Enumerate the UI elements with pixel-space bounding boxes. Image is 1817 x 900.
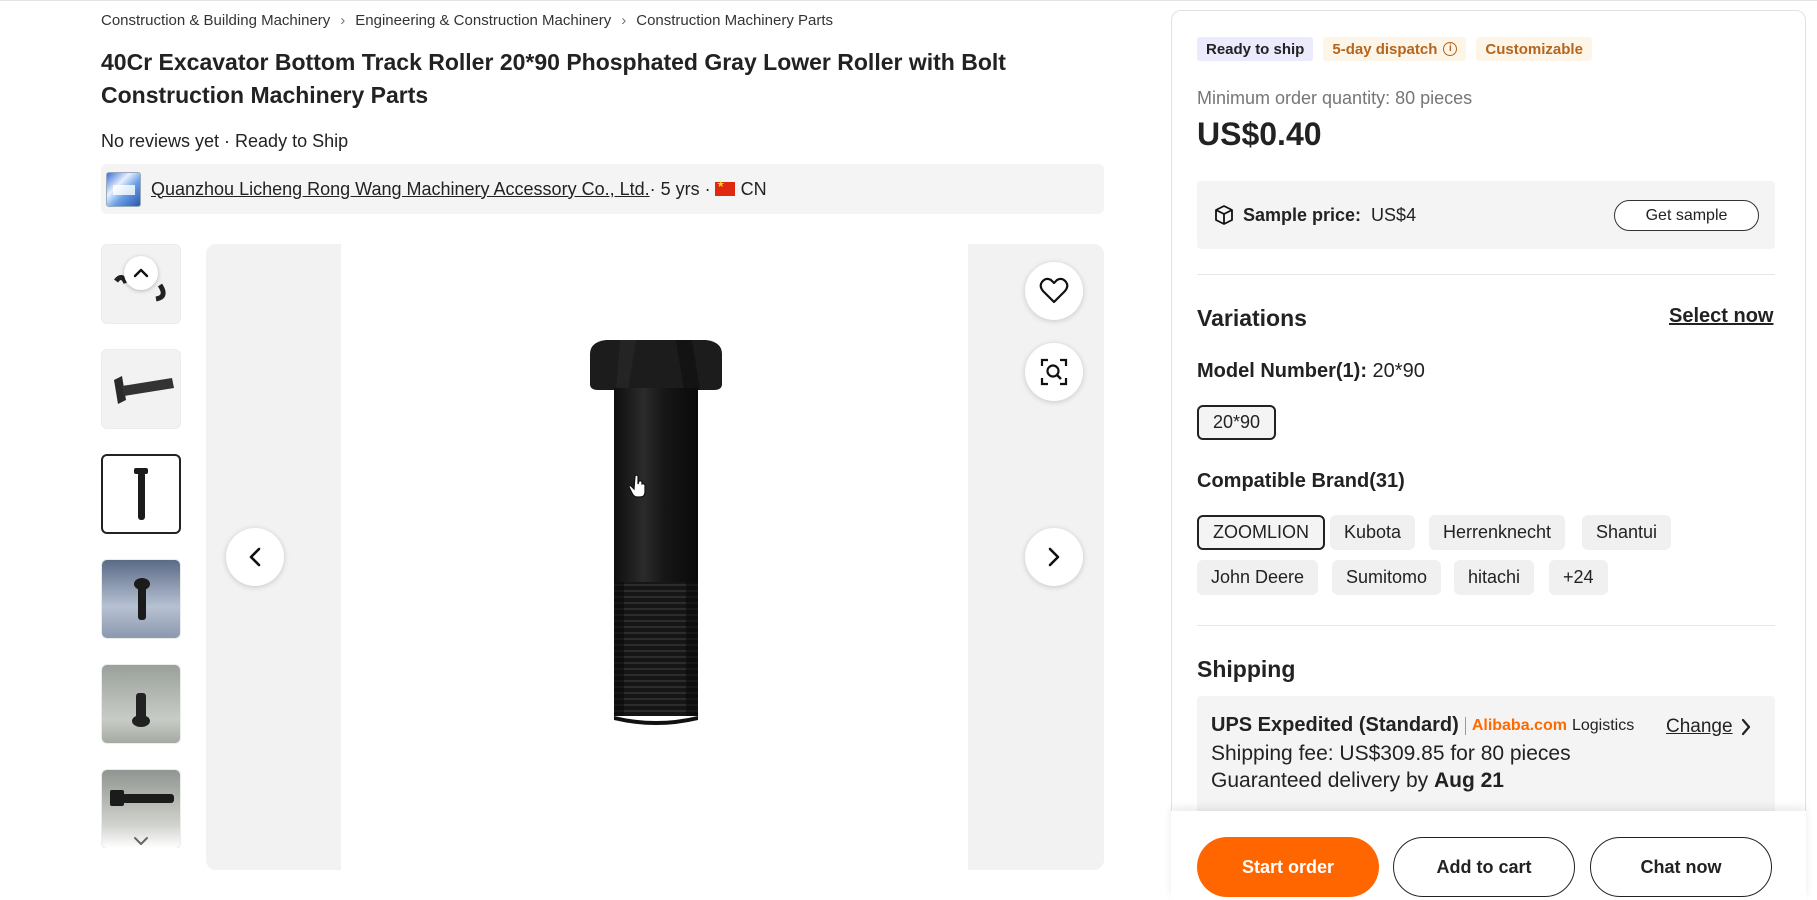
unit-price: US$0.40 — [1197, 116, 1322, 152]
change-label: Change — [1666, 716, 1733, 737]
brand-chip-herrenknecht[interactable]: Herrenknecht — [1429, 515, 1566, 550]
divider — [1197, 274, 1775, 275]
thumbnail-strip — [101, 244, 181, 848]
sample-price-box: Sample price: US$4 Get sample — [1197, 181, 1775, 249]
delivery-prefix: Guaranteed delivery by — [1211, 769, 1434, 792]
thumbnail-4[interactable] — [101, 559, 181, 639]
get-sample-button[interactable]: Get sample — [1614, 200, 1759, 231]
chevron-up-icon — [133, 268, 149, 278]
minimum-order-quantity: Minimum order quantity: 80 pieces — [1197, 88, 1473, 108]
chevron-left-icon — [249, 547, 261, 567]
thumbnails-scroll-up-button[interactable] — [124, 256, 158, 290]
badge-label: Customizable — [1485, 40, 1583, 58]
sample-price-label: Sample price: — [1243, 204, 1362, 225]
brand-chip-john-deere[interactable]: John Deere — [1197, 560, 1319, 595]
sample-price-value: US$4 — [1371, 204, 1417, 225]
model-option-chip[interactable]: 20*90 — [1197, 405, 1277, 440]
shipping-service: UPS Expedited (Standard) — [1211, 714, 1459, 736]
logistics-label: Logistics — [1571, 716, 1635, 734]
bolt-image — [590, 340, 722, 725]
dispatch-badge[interactable]: 5-day dispatch i — [1323, 37, 1467, 61]
ready-to-ship-badge: Ready to ship — [1197, 37, 1314, 61]
info-icon[interactable]: i — [1443, 42, 1458, 56]
divider — [1197, 625, 1775, 626]
model-number-value: 20*90 — [1367, 360, 1425, 382]
reviews-status: No reviews yet · Ready to Ship — [101, 131, 349, 151]
chevron-right-icon — [1048, 547, 1060, 567]
heart-icon — [1039, 277, 1069, 304]
more-brands-chip[interactable]: +24 — [1549, 560, 1608, 595]
product-title: 40Cr Excavator Bottom Track Roller 20*90… — [101, 49, 1006, 108]
customizable-badge: Customizable — [1476, 37, 1592, 61]
shipping-heading: Shipping — [1197, 656, 1296, 682]
badge-label: 5-day dispatch — [1332, 40, 1438, 58]
breadcrumb-item[interactable]: Construction Machinery Parts — [636, 12, 833, 29]
add-to-cart-button[interactable]: Add to cart — [1393, 837, 1575, 897]
separator — [1464, 716, 1466, 735]
alibaba-logo-text: Alibaba.com — [1471, 716, 1567, 734]
package-icon — [1213, 204, 1235, 226]
start-order-button[interactable]: Start order — [1197, 837, 1379, 897]
shipping-service-row: UPS Expedited (Standard) Alibaba.com Log… — [1211, 714, 1634, 737]
previous-image-button[interactable] — [226, 528, 284, 586]
thumbnails-scroll-down-button[interactable] — [124, 824, 158, 858]
delivery-date: Aug 21 — [1433, 769, 1504, 792]
model-number-label: Model Number(1): — [1197, 360, 1367, 382]
thumbnail-3-selected[interactable] — [101, 454, 181, 534]
brand-chip-sumitomo[interactable]: Sumitomo — [1332, 560, 1442, 595]
thumbnail-5[interactable] — [101, 664, 181, 744]
supplier-name-link[interactable]: Quanzhou Licheng Rong Wang Machinery Acc… — [151, 179, 650, 200]
guaranteed-delivery: Guaranteed delivery by Aug 21 — [1211, 769, 1504, 793]
favorite-button[interactable] — [1025, 262, 1083, 320]
chevron-right-icon — [1741, 718, 1750, 736]
supplier-logo — [106, 171, 141, 207]
chat-now-button[interactable]: Chat now — [1590, 837, 1772, 897]
shipping-fee: Shipping fee: US$309.85 for 80 pieces — [1211, 742, 1571, 765]
badge-label: Ready to ship — [1206, 40, 1305, 58]
change-shipping-link[interactable]: Change — [1666, 716, 1751, 738]
breadcrumb-item[interactable]: Construction & Building Machinery — [101, 12, 330, 29]
chevron-right-icon: › — [621, 12, 627, 29]
thumbnail-2[interactable] — [101, 349, 181, 429]
compatible-brand-label: Compatible Brand(31) — [1197, 470, 1405, 492]
variations-heading: Variations — [1197, 305, 1307, 331]
compatible-brand-attribute: Compatible Brand(31) — [1197, 470, 1405, 493]
image-search-button[interactable] — [1025, 343, 1083, 401]
chevron-down-icon — [134, 837, 148, 845]
breadcrumb: Construction & Building Machinery › Engi… — [101, 12, 833, 29]
next-image-button[interactable] — [1025, 528, 1083, 586]
chevron-right-icon: › — [340, 12, 346, 29]
supplier-years: · 5 yrs · — [649, 178, 711, 199]
hand-cursor-icon — [629, 474, 646, 498]
brand-chip-hitachi[interactable]: hitachi — [1454, 560, 1535, 595]
china-flag-icon — [714, 179, 735, 196]
brand-chip-shantui[interactable]: Shantui — [1582, 515, 1672, 550]
supplier-country: CN — [740, 178, 767, 199]
top-border — [0, 0, 1817, 1]
select-now-link[interactable]: Select now — [1669, 305, 1773, 328]
image-search-icon — [1040, 358, 1068, 386]
main-product-image[interactable] — [206, 244, 1104, 870]
model-number-attribute: Model Number(1): 20*90 — [1197, 360, 1425, 383]
brand-chip-zoomlion[interactable]: ZOOMLION — [1197, 515, 1326, 550]
brand-chip-kubota[interactable]: Kubota — [1330, 515, 1416, 550]
breadcrumb-item[interactable]: Engineering & Construction Machinery — [355, 12, 611, 29]
badges-row: Ready to ship 5-day dispatch i Customizab… — [1197, 37, 1592, 61]
supplier-bar: Quanzhou Licheng Rong Wang Machinery Acc… — [101, 164, 1104, 214]
